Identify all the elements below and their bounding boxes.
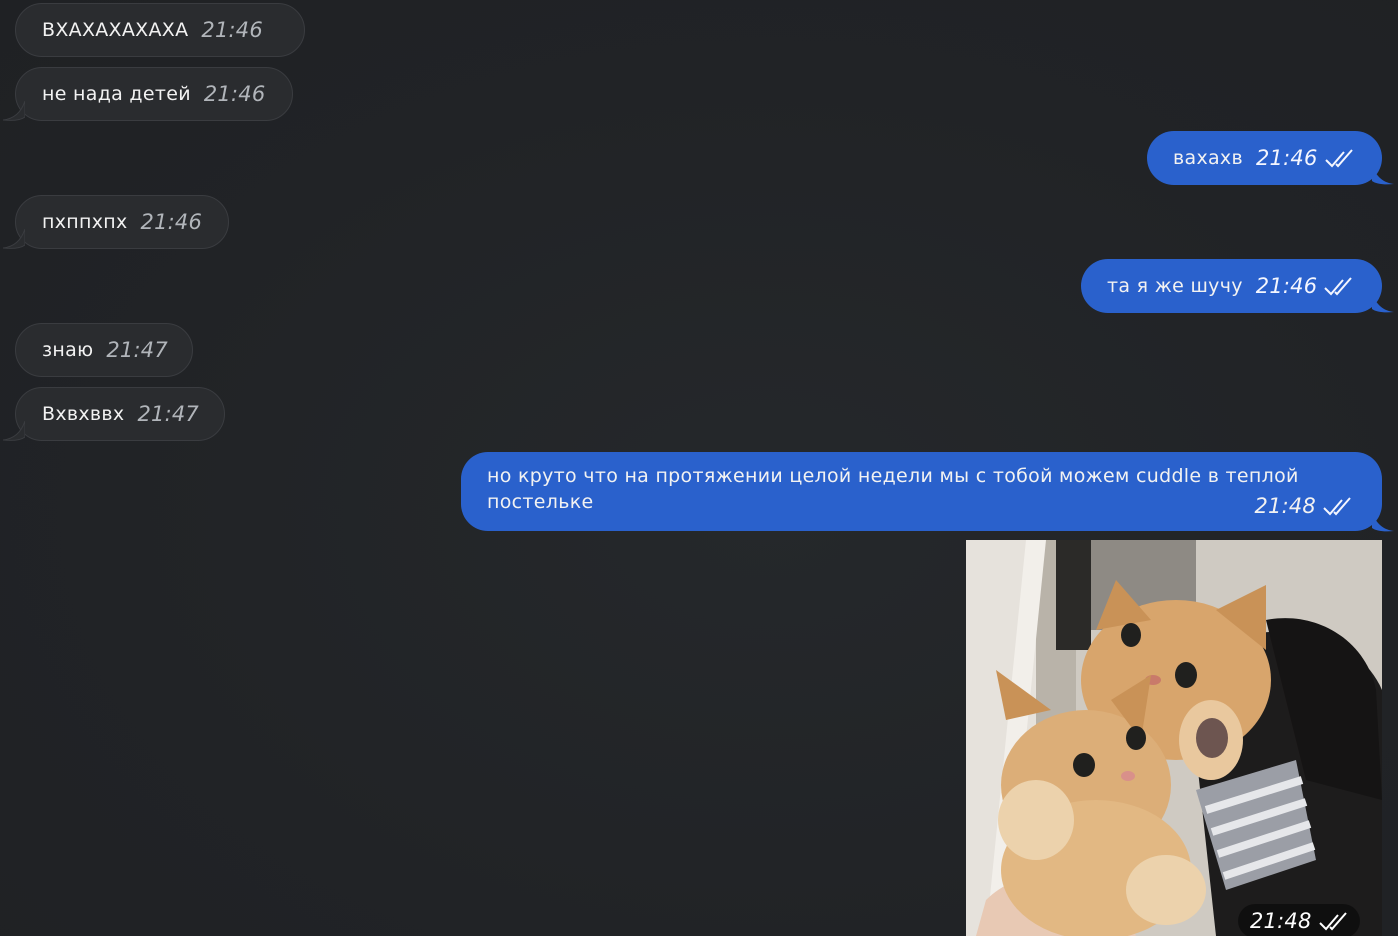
message-time: 21:46	[1255, 274, 1318, 298]
message-time: 21:48	[1254, 494, 1316, 518]
outgoing-message[interactable]: вахахв 21:46	[1147, 131, 1382, 185]
bubble-tail	[3, 229, 25, 249]
photo-timestamp: 21:48	[1238, 904, 1360, 936]
message-time: 21:46	[140, 210, 203, 234]
double-check-icon	[1318, 912, 1347, 931]
bubble-tail	[1372, 165, 1394, 185]
outgoing-message[interactable]: но круто что на протяжении целой недели …	[461, 452, 1382, 531]
message-time: 21:46	[1255, 146, 1318, 170]
message-time: 21:46	[203, 82, 266, 106]
message-time: 21:47	[137, 402, 199, 426]
message-footer: 21:48	[1254, 493, 1352, 519]
message-text: ВХАХАХАХАХА	[42, 19, 189, 41]
message-text: вахахв	[1173, 147, 1243, 169]
cats-photo	[966, 540, 1382, 936]
message-text: не нада детей	[42, 83, 191, 105]
message-text: та я же шучу	[1107, 275, 1243, 297]
incoming-message[interactable]: не нада детей 21:46	[15, 67, 293, 121]
incoming-message[interactable]: Вхвхввх 21:47	[15, 387, 225, 441]
message-time: 21:47	[106, 338, 168, 362]
message-time: 21:46	[201, 18, 263, 42]
message-text: знаю	[42, 339, 94, 361]
incoming-message[interactable]: пхппхпх 21:46	[15, 195, 229, 249]
message-text: пхппхпх	[42, 211, 128, 233]
photo-message[interactable]	[966, 540, 1382, 936]
message-text: но круто что на протяжении целой недели …	[487, 465, 1299, 513]
outgoing-message[interactable]: та я же шучу 21:46	[1081, 259, 1382, 313]
double-check-icon	[1324, 149, 1353, 168]
bubble-tail	[1372, 293, 1394, 313]
bubble-tail	[3, 421, 25, 441]
double-check-icon	[1324, 277, 1353, 296]
message-time: 21:48	[1250, 909, 1312, 933]
chat-history: ВХАХАХАХАХА 21:46 не нада детей 21:46 ва…	[0, 0, 1398, 936]
bubble-tail	[3, 101, 25, 121]
bubble-tail	[1372, 512, 1394, 532]
message-text: Вхвхввх	[42, 403, 125, 425]
double-check-icon	[1323, 497, 1351, 516]
incoming-message[interactable]: ВХАХАХАХАХА 21:46	[15, 3, 305, 57]
incoming-message[interactable]: знаю 21:47	[15, 323, 193, 377]
